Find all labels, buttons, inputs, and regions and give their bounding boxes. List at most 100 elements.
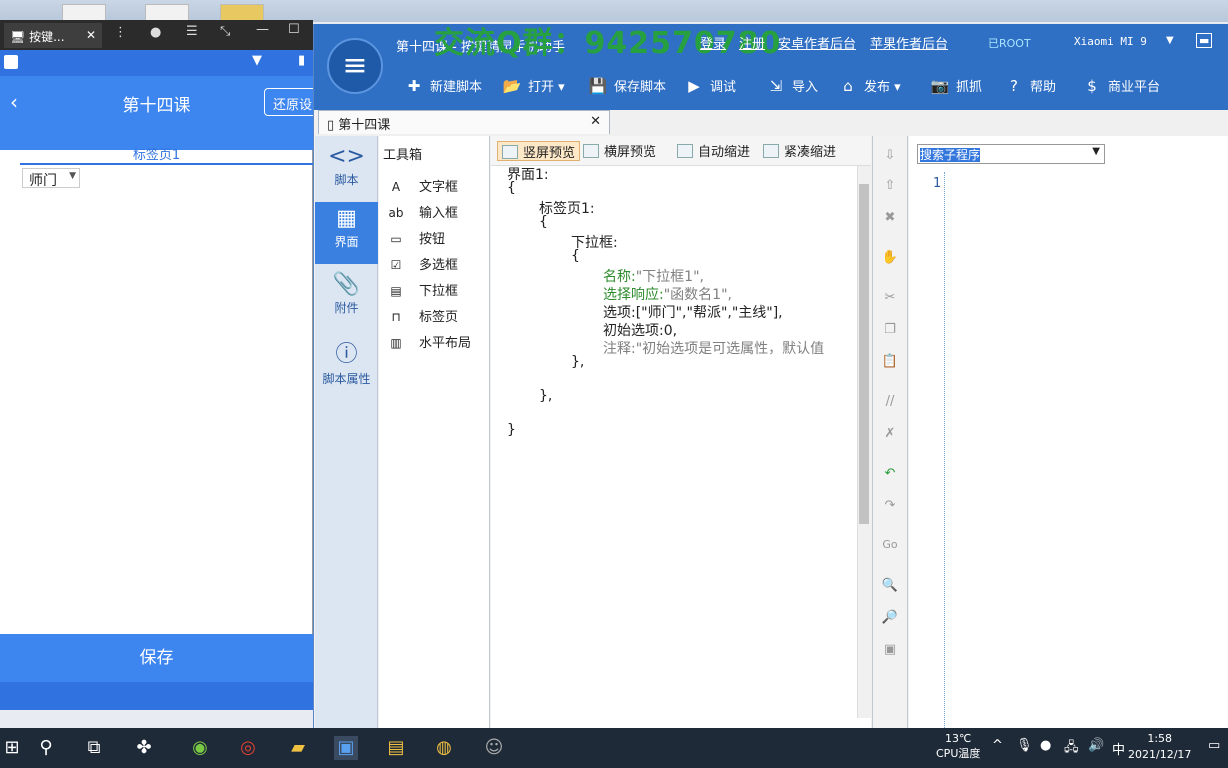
tool-tabpage[interactable]: ⊓ 标签页 <box>387 306 487 326</box>
app-icon[interactable]: ☺ <box>482 736 506 760</box>
temperature-label: CPU温度 <box>936 747 981 760</box>
network-icon[interactable]: 🖧 <box>1064 738 1079 760</box>
tab-label[interactable]: 标签页1 <box>0 144 313 163</box>
portrait-preview-button[interactable]: 竖屏预览 <box>497 141 581 161</box>
comment-icon[interactable]: // <box>881 394 899 409</box>
code-line: { <box>507 180 516 196</box>
cut-icon[interactable]: ✂ <box>881 290 899 305</box>
emulator-tab-title: 按键... <box>29 30 65 44</box>
close-icon[interactable]: ✕ <box>590 114 601 129</box>
root-badge: 已ROOT <box>988 37 1031 50</box>
open-button[interactable]: 📂 打开 ▾ <box>502 76 565 98</box>
tool-hlayout[interactable]: ▥ 水平布局 <box>387 332 487 352</box>
preview-icon <box>502 145 518 159</box>
task-view-icon[interactable]: ⧉ <box>82 736 106 760</box>
apple-author-link[interactable]: 苹果作者后台 <box>870 33 948 52</box>
volume-icon[interactable]: 🔊 <box>1088 738 1104 753</box>
browser-icon[interactable]: ◉ <box>188 736 212 760</box>
search-icon[interactable]: ⚲ <box>34 736 58 760</box>
goto-icon[interactable]: Go <box>881 538 899 551</box>
tool-checkbox[interactable]: ☑ 多选框 <box>387 254 487 274</box>
open-label: 打开 <box>528 80 555 95</box>
code-editor[interactable]: 竖屏预览 横屏预览 自动缩进 紧凑缩进 界面1: { 标签页1: { 下拉框: … <box>491 136 871 728</box>
dropdown-select[interactable]: 师门 ▼ <box>22 168 80 189</box>
notification-center-icon[interactable]: ▭ <box>1208 738 1220 753</box>
auto-indent-button[interactable]: 自动缩进 <box>677 141 750 161</box>
nav-item-ui[interactable]: ▦ 界面 <box>315 202 378 264</box>
save-button[interactable]: 保存 <box>0 634 313 682</box>
minimize-icon[interactable]: — <box>256 22 269 37</box>
compact-indent-button[interactable]: 紧凑缩进 <box>763 141 836 161</box>
menu-icon[interactable]: ☰ <box>186 24 198 39</box>
bookmark-icon[interactable]: ▣ <box>881 642 899 657</box>
close-icon[interactable]: ✕ <box>86 28 96 42</box>
register-link[interactable]: 注册 <box>739 33 765 52</box>
tool-label: 水平布局 <box>419 336 472 351</box>
code-line: 注释:"初始选项是可选属性，默认值 <box>603 341 825 357</box>
indent-icon <box>763 144 779 158</box>
code-line: 初始选项:0, <box>603 323 678 339</box>
import-label: 导入 <box>792 80 819 95</box>
ide-taskbar-icon[interactable]: ▣ <box>334 736 358 760</box>
clock[interactable]: 1:58 2021/12/17 <box>1128 731 1191 763</box>
file-explorer-icon[interactable]: ▰ <box>286 736 310 760</box>
capture-button[interactable]: 📷 抓抓 <box>930 76 982 98</box>
tool-label: 文字框 <box>419 180 459 195</box>
app-icon[interactable]: ✤ <box>132 736 156 760</box>
new-script-button[interactable]: ✚ 新建脚本 <box>404 76 482 98</box>
plus-icon: ✚ <box>407 77 421 95</box>
ime-indicator[interactable]: 中 <box>1112 739 1125 758</box>
tool-button[interactable]: ▭ 按钮 <box>387 228 487 248</box>
user-icon[interactable]: ● <box>150 25 161 40</box>
import-button[interactable]: ⇲ 导入 <box>766 76 818 98</box>
collapse-icon[interactable]: ▬ <box>1196 33 1213 48</box>
replace-icon[interactable]: 🔎 <box>881 610 899 625</box>
microphone-icon[interactable]: 🎙 <box>1016 738 1033 753</box>
code-area[interactable]: 界面1: { 标签页1: { 下拉框: { 名称:"下拉框1", 选择响应:"函… <box>491 166 857 728</box>
nav-label: 附件 <box>334 301 359 315</box>
publish-button[interactable]: ⌂ 发布 ▾ <box>838 76 900 98</box>
emulator-tab[interactable]: 🖥 按键... ✕ <box>4 23 102 48</box>
resize-icon[interactable]: ⤡ <box>220 24 230 39</box>
menu-logo-icon[interactable]: ≡ <box>327 38 383 94</box>
tool-text[interactable]: A 文字框 <box>387 176 487 196</box>
business-button[interactable]: $ 商业平台 <box>1082 76 1160 98</box>
app-icon[interactable]: ◍ <box>432 736 456 760</box>
android-author-link[interactable]: 安卓作者后台 <box>778 33 856 52</box>
undo-icon[interactable]: ↶ <box>881 466 899 481</box>
chevron-up-icon[interactable]: ^ <box>992 738 1003 753</box>
scrollbar-thumb[interactable] <box>859 184 869 524</box>
chevron-down-icon[interactable]: ▼ <box>1166 35 1174 46</box>
left-navigation: <> 脚本 ▦ 界面 📎 附件 ⓘ 脚本属性 <box>315 136 378 728</box>
app-icon[interactable]: ▤ <box>384 736 408 760</box>
chrome-icon[interactable]: ◎ <box>236 736 260 760</box>
uncomment-icon[interactable]: ✗ <box>881 426 899 441</box>
copy-icon[interactable]: ❐ <box>881 322 899 337</box>
tool-input[interactable]: ab 输入框 <box>387 202 487 222</box>
nav-item-properties[interactable]: ⓘ 脚本属性 <box>315 332 378 394</box>
qq-icon[interactable]: ● <box>1040 738 1051 753</box>
device-name[interactable]: Xiaomi MI 9 <box>1074 35 1147 48</box>
code-line: { <box>571 248 580 264</box>
redo-icon[interactable]: ↷ <box>881 498 899 513</box>
arrow-up-icon[interactable]: ⇧ <box>881 178 899 193</box>
paste-icon[interactable]: 📋 <box>881 354 899 369</box>
more-icon[interactable]: ⋮ <box>114 25 127 40</box>
save-script-button[interactable]: 💾 保存脚本 <box>588 76 666 98</box>
code-key: 名称: <box>603 269 636 285</box>
find-icon[interactable]: 🔍 <box>881 578 899 593</box>
hand-icon[interactable]: ✋ <box>881 250 899 265</box>
nav-item-script[interactable]: <> 脚本 <box>315 140 378 202</box>
tool-dropdown[interactable]: ▤ 下拉框 <box>387 280 487 300</box>
subroutine-search-select[interactable]: 搜索子程序 ▼ <box>917 144 1105 164</box>
debug-button[interactable]: ▶ 调试 <box>684 76 736 98</box>
document-tab[interactable]: ▯ 第十四课 ✕ <box>318 110 610 134</box>
help-button[interactable]: ? 帮助 <box>1004 76 1056 98</box>
nav-item-attachment[interactable]: 📎 附件 <box>315 268 378 330</box>
arrow-down-icon[interactable]: ⇩ <box>881 148 899 163</box>
maximize-icon[interactable]: ☐ <box>288 22 300 37</box>
login-link[interactable]: 登录 <box>700 33 726 52</box>
start-icon[interactable]: ⊞ <box>0 736 24 760</box>
delete-icon[interactable]: ✖ <box>881 210 899 225</box>
landscape-preview-button[interactable]: 横屏预览 <box>583 141 656 161</box>
